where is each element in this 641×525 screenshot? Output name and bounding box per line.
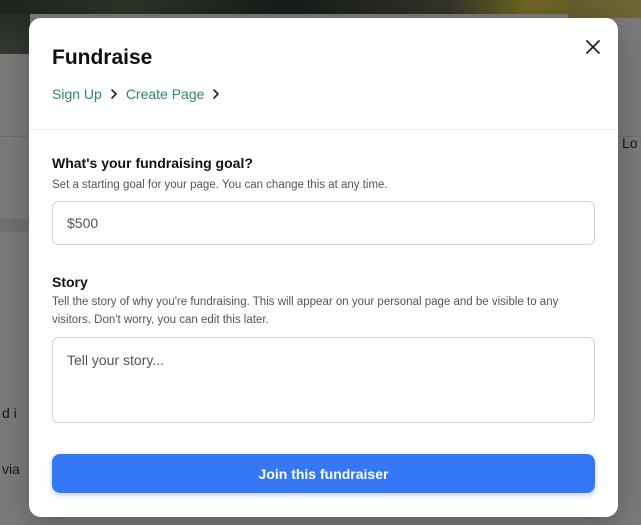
modal-header: Fundraise Sign Up Create Page [29,18,618,130]
story-textarea[interactable] [52,337,595,423]
close-icon [586,40,600,54]
breadcrumb: Sign Up Create Page [52,86,228,102]
chevron-right-icon [212,89,220,99]
breadcrumb-item-sign-up[interactable]: Sign Up [52,86,102,102]
breadcrumb-item-create-page[interactable]: Create Page [126,86,205,102]
story-label: Story [52,274,88,290]
modal-title: Fundraise [52,46,153,69]
goal-help-text: Set a starting goal for your page. You c… [52,179,388,191]
goal-label: What's your fundraising goal? [52,155,253,171]
chevron-right-icon [110,89,118,99]
close-button[interactable] [580,34,606,60]
fundraise-modal: Fundraise Sign Up Create Page What's you… [29,18,618,517]
goal-input[interactable] [52,201,595,245]
join-fundraiser-button[interactable]: Join this fundraiser [52,454,595,493]
story-help-text: Tell the story of why you're fundraising… [52,296,559,326]
